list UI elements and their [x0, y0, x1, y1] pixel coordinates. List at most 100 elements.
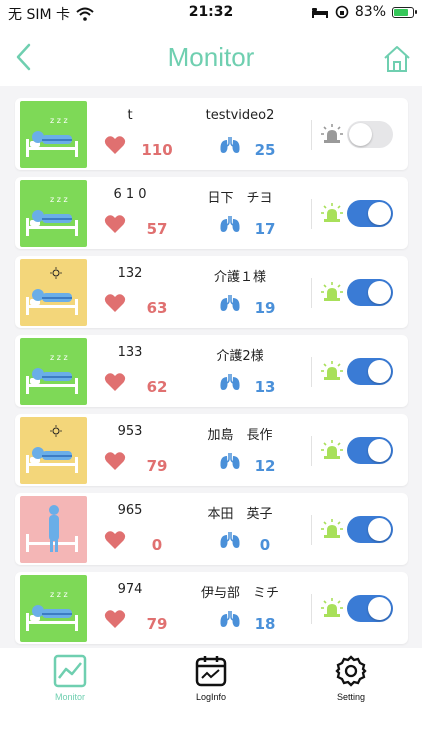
room-number: 6 1 0 [113, 187, 147, 202]
alarm-light-icon [320, 439, 344, 461]
room-number: 132 [117, 266, 143, 281]
resident-card[interactable]: 953 加島 長作 79 12 [15, 414, 408, 486]
heart-icon [104, 451, 126, 471]
svg-text:z z z: z z z [50, 195, 68, 204]
status-right: 83% [311, 4, 417, 20]
heart-rate-value: 79 [146, 457, 168, 475]
home-button[interactable] [382, 44, 412, 74]
alarm-toggle[interactable] [347, 516, 393, 543]
state-thumbnail-sleep: z z z [20, 180, 87, 247]
state-thumbnail-sleep: z z z [20, 575, 87, 642]
heart-rate-value: 57 [146, 220, 168, 238]
alarm-light-icon [320, 518, 344, 540]
resident-card[interactable]: z z z 974 伊与部 ミチ 79 18 [15, 572, 408, 644]
alarm-toggle[interactable] [347, 121, 393, 148]
svg-text:z z z: z z z [50, 116, 68, 125]
respiration-value: 13 [254, 378, 276, 396]
respiration-value: 18 [254, 615, 276, 633]
resident-card[interactable]: z z z 6 1 0 日下 チヨ 57 17 [15, 177, 408, 249]
room-number: 953 [117, 424, 143, 439]
respiration-value: 17 [254, 220, 276, 238]
alarm-light-icon [320, 281, 344, 303]
resident-card[interactable]: 965 本田 英子 0 0 [15, 493, 408, 565]
svg-text:z z z: z z z [50, 353, 68, 362]
battery-icon [392, 6, 417, 18]
status-bar: 无 SIM 卡 21:32 83% [0, 0, 422, 26]
toggle-knob [349, 123, 372, 146]
toggle-knob [368, 439, 391, 462]
lungs-icon [219, 609, 241, 629]
tab-bar: Monitor LogInfo Setting [0, 648, 422, 750]
respiration-value: 0 [259, 536, 271, 554]
alarm-toggle[interactable] [347, 358, 393, 385]
alarm-light-icon [320, 202, 344, 224]
room-number: 133 [117, 345, 143, 360]
svg-text:z z z: z z z [50, 590, 68, 599]
heart-rate-value: 0 [151, 536, 163, 554]
state-thumbnail-awake [20, 417, 87, 484]
alarm-light-icon [320, 360, 344, 382]
heart-rate-value: 110 [141, 141, 173, 159]
lungs-icon [219, 135, 241, 155]
state-thumbnail-sleep: z z z [20, 101, 87, 168]
alarm-toggle[interactable] [347, 279, 393, 306]
room-number: 965 [117, 503, 143, 518]
alarm-toggle[interactable] [347, 595, 393, 622]
divider [311, 278, 312, 308]
chart-icon [53, 654, 87, 688]
gear-icon [335, 655, 367, 687]
resident-name: 日下 チヨ [207, 191, 273, 206]
lungs-icon [219, 530, 241, 550]
tab-loginfo-label: LogInfo [195, 692, 227, 702]
alarm-light-icon [320, 597, 344, 619]
alarm-toggle[interactable] [347, 200, 393, 227]
heart-icon [104, 293, 126, 313]
toggle-knob [368, 360, 391, 383]
heart-icon [104, 214, 126, 234]
lungs-icon [219, 451, 241, 471]
divider [311, 120, 312, 150]
orientation-lock-icon [335, 5, 349, 19]
divider [311, 357, 312, 387]
alarm-light-icon [320, 123, 344, 145]
calendar-icon [195, 656, 227, 687]
resident-list: z z z t testvideo2 110 25 z z z 6 1 0 日下 チヨ 57 17… [15, 98, 408, 651]
resident-card[interactable]: 132 介護１様 63 19 [15, 256, 408, 328]
resident-name: 本田 英子 [207, 507, 273, 522]
navigation-bar: Monitor [0, 26, 422, 86]
resident-name: 加島 長作 [207, 428, 273, 443]
resident-card[interactable]: z z z 133 介護2様 62 13 [15, 335, 408, 407]
state-thumbnail-awake [20, 259, 87, 326]
tab-loginfo[interactable]: LogInfo [166, 654, 256, 704]
respiration-value: 25 [254, 141, 276, 159]
tab-monitor-label: Monitor [54, 692, 85, 702]
lungs-icon [219, 372, 241, 392]
toggle-knob [368, 281, 391, 304]
room-number: t [127, 108, 133, 123]
divider [311, 515, 312, 545]
divider [311, 436, 312, 466]
resident-name: testvideo2 [205, 108, 275, 123]
divider [311, 199, 312, 229]
bed-status-icon [311, 8, 328, 18]
tab-setting[interactable]: Setting [306, 654, 396, 704]
page-title: Monitor [167, 42, 255, 72]
heart-rate-value: 62 [146, 378, 168, 396]
heart-icon [104, 372, 126, 392]
toggle-knob [368, 597, 391, 620]
resident-name: 伊与部 ミチ [200, 586, 279, 601]
resident-name: 介護2様 [216, 349, 264, 364]
respiration-value: 12 [254, 457, 276, 475]
respiration-value: 19 [254, 299, 276, 317]
divider [311, 594, 312, 624]
toggle-knob [368, 202, 391, 225]
heart-rate-value: 63 [146, 299, 168, 317]
heart-icon [104, 609, 126, 629]
heart-icon [104, 135, 126, 155]
resident-card[interactable]: z z z t testvideo2 110 25 [15, 98, 408, 170]
tab-monitor[interactable]: Monitor [25, 654, 115, 704]
toggle-knob [368, 518, 391, 541]
alarm-toggle[interactable] [347, 437, 393, 464]
state-thumbnail-sleep: z z z [20, 338, 87, 405]
heart-icon [104, 530, 126, 550]
